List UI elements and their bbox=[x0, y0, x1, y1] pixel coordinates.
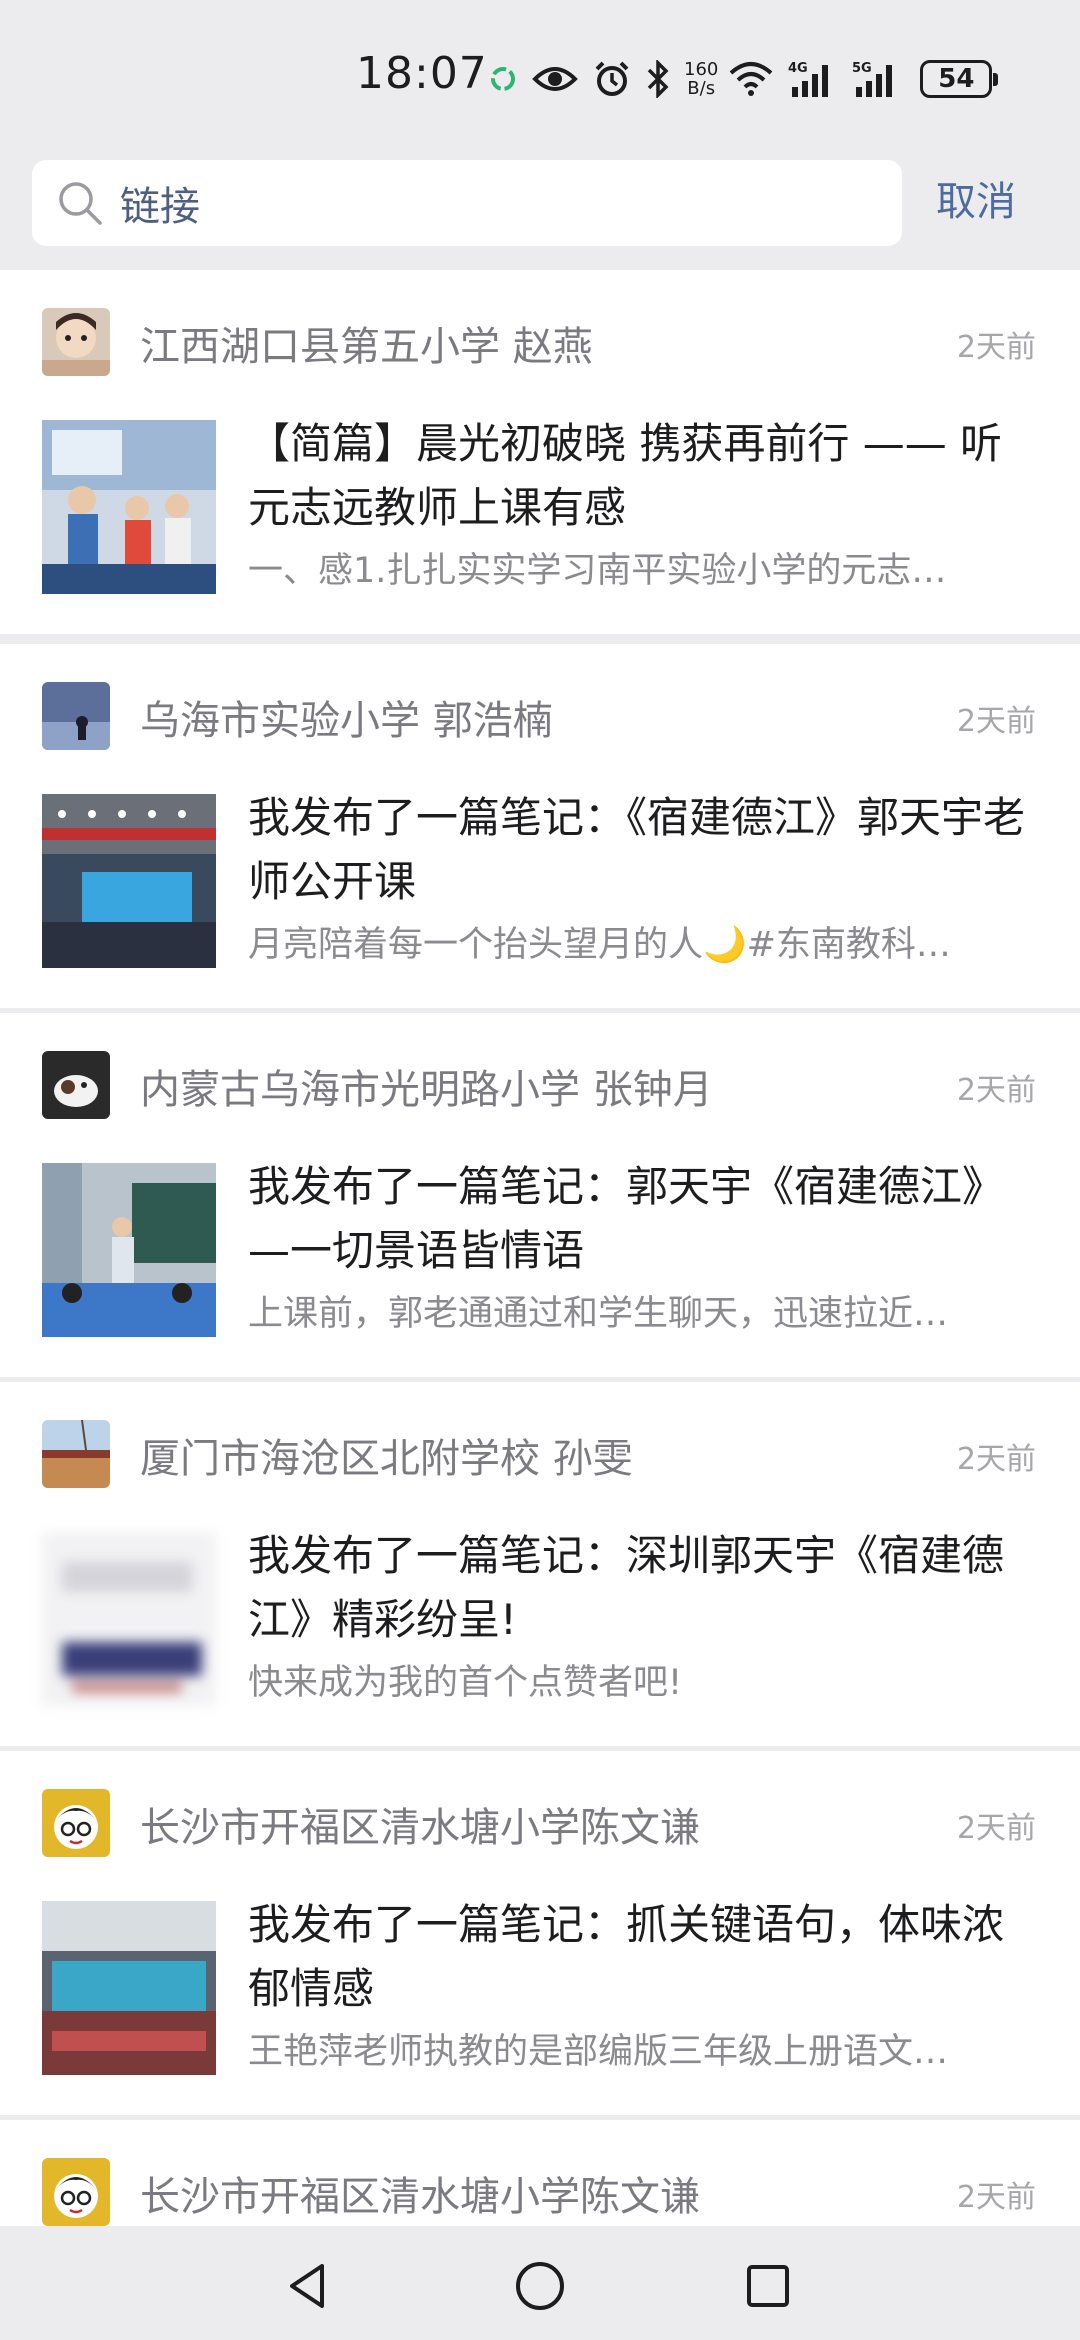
post-time: 2天前 bbox=[956, 1442, 1036, 1477]
avatar[interactable] bbox=[42, 682, 110, 750]
post-title[interactable]: 我发布了一篇笔记：郭天宇《宿建德江》—一切景语皆情语 bbox=[248, 1155, 1038, 1283]
cell-1-label: 4G bbox=[788, 61, 808, 76]
search-input[interactable] bbox=[120, 180, 880, 226]
avatar[interactable] bbox=[42, 2158, 110, 2226]
avatar[interactable] bbox=[42, 1420, 110, 1488]
status-time: 18:07 bbox=[356, 48, 488, 99]
feed-card[interactable]: 江西湖口县第五小学 赵燕 2天前 【简篇】晨光初破晓 携获再前行 —— 听元志远… bbox=[0, 270, 1080, 634]
post-thumbnail[interactable] bbox=[42, 794, 216, 968]
post-thumbnail[interactable] bbox=[42, 420, 216, 594]
battery-level: 54 bbox=[938, 64, 975, 94]
post-description: 快来成为我的首个点赞者吧! bbox=[248, 1663, 683, 1703]
search-box[interactable] bbox=[32, 160, 902, 246]
search-icon bbox=[54, 177, 106, 229]
feed-card[interactable]: 内蒙古乌海市光明路小学 张钟月 2天前 我发布了一篇笔记：郭天宇《宿建德江》—一… bbox=[0, 1013, 1080, 1377]
alarm-icon bbox=[592, 59, 632, 99]
battery-icon: 54 bbox=[920, 60, 999, 98]
status-icons: 160 B/s 4G 5G 54 bbox=[488, 54, 999, 104]
post-time: 2天前 bbox=[956, 1073, 1036, 1108]
feed-card[interactable]: 厦门市海沧区北附学校 孙雯 2天前 我发布了一篇笔记：深圳郭天宇《宿建德江》精彩… bbox=[0, 1382, 1080, 1746]
bluetooth-icon bbox=[646, 60, 670, 98]
post-time: 2天前 bbox=[956, 2180, 1036, 2215]
post-thumbnail[interactable] bbox=[42, 1901, 216, 2075]
avatar[interactable] bbox=[42, 308, 110, 376]
recents-icon[interactable] bbox=[738, 2256, 798, 2316]
network-speed: 160 B/s bbox=[684, 59, 719, 99]
post-description: 一、感1.扎扎实实学习南平实验小学的元志… bbox=[248, 551, 947, 591]
cancel-button[interactable]: 取消 bbox=[936, 172, 1016, 232]
post-title[interactable]: 我发布了一篇笔记：抓关键语句，体味浓郁情感 bbox=[248, 1893, 1038, 2021]
author-name[interactable]: 厦门市海沧区北附学校 孙雯 bbox=[140, 1426, 920, 1484]
post-description: 上课前，郭老通通过和学生聊天，迅速拉近… bbox=[248, 1294, 949, 1334]
feed-card[interactable]: 长沙市开福区清水塘小学陈文谦 2天前 bbox=[0, 2120, 1080, 2226]
post-thumbnail[interactable] bbox=[42, 1532, 216, 1706]
post-title[interactable]: 【简篇】晨光初破晓 携获再前行 —— 听元志远教师上课有感 bbox=[248, 412, 1038, 540]
eye-icon bbox=[532, 62, 578, 96]
signal-5g-icon: 5G bbox=[852, 59, 902, 99]
author-name[interactable]: 内蒙古乌海市光明路小学 张钟月 bbox=[140, 1057, 920, 1115]
post-time: 2天前 bbox=[956, 1811, 1036, 1846]
system-nav-bar bbox=[0, 2226, 1080, 2340]
avatar[interactable] bbox=[42, 1051, 110, 1119]
back-icon[interactable] bbox=[278, 2256, 338, 2316]
post-thumbnail[interactable] bbox=[42, 1163, 216, 1337]
signal-icon: 4G bbox=[788, 59, 838, 99]
cell-2-label: 5G bbox=[852, 61, 872, 76]
author-name[interactable]: 长沙市开福区清水塘小学陈文谦 bbox=[140, 1795, 920, 1853]
post-time: 2天前 bbox=[956, 330, 1036, 365]
post-time: 2天前 bbox=[956, 704, 1036, 739]
feed-card[interactable]: 乌海市实验小学 郭浩楠 2天前 我发布了一篇笔记：《宿建德江》郭天宇老师公开课 … bbox=[0, 644, 1080, 1008]
post-description: 王艳萍老师执教的是部编版三年级上册语文… bbox=[248, 2032, 949, 2072]
post-title[interactable]: 我发布了一篇笔记：深圳郭天宇《宿建德江》精彩纷呈! bbox=[248, 1524, 1038, 1652]
wifi-icon bbox=[728, 61, 774, 97]
post-title[interactable]: 我发布了一篇笔记：《宿建德江》郭天宇老师公开课 bbox=[248, 786, 1038, 914]
avatar[interactable] bbox=[42, 1789, 110, 1857]
author-name[interactable]: 乌海市实验小学 郭浩楠 bbox=[140, 688, 920, 746]
author-name[interactable]: 长沙市开福区清水塘小学陈文谦 bbox=[140, 2164, 920, 2222]
home-icon[interactable] bbox=[510, 2256, 570, 2316]
post-description: 月亮陪着每一个抬头望月的人🌙#东南教科… bbox=[248, 925, 951, 965]
status-bar: 18:07 160 B/s 4G 5G 54 bbox=[0, 0, 1080, 150]
wechat-icon bbox=[488, 64, 518, 94]
feed-card[interactable]: 长沙市开福区清水塘小学陈文谦 2天前 我发布了一篇笔记：抓关键语句，体味浓郁情感… bbox=[0, 1751, 1080, 2115]
author-name[interactable]: 江西湖口县第五小学 赵燕 bbox=[140, 314, 920, 372]
